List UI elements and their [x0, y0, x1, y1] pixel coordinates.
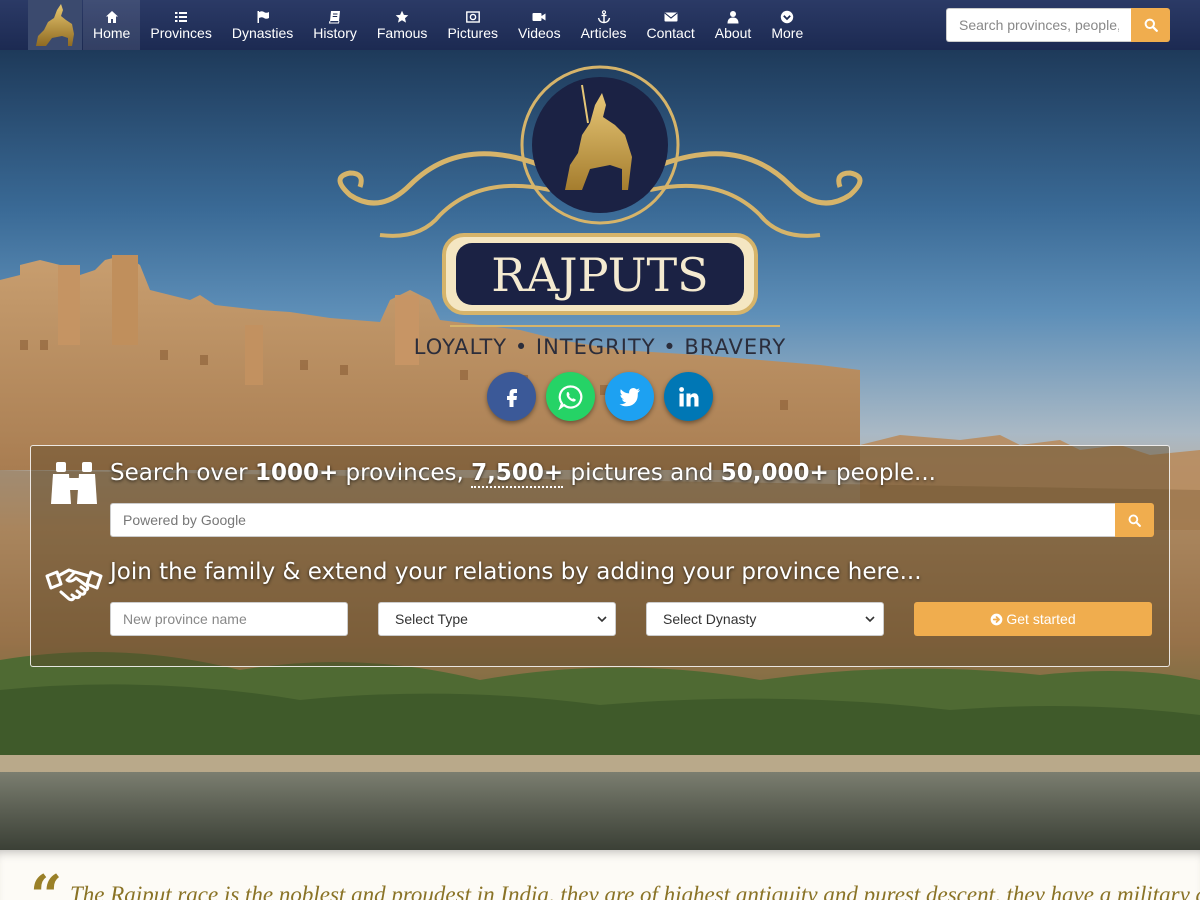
nav-about-label: About	[714, 24, 752, 41]
logo-text: RAJPUTS	[491, 248, 708, 302]
facebook-icon	[506, 388, 517, 407]
nav-pictures-label: Pictures	[447, 24, 499, 41]
add-province-form: Select Type Select Dynasty Get started	[110, 602, 1152, 636]
nav-contact[interactable]: Contact	[636, 0, 704, 50]
anchor-icon	[597, 9, 610, 23]
headline-pictures-text: pictures and	[563, 460, 721, 486]
nav-search-input[interactable]	[946, 8, 1131, 42]
nav-pictures[interactable]: Pictures	[437, 0, 508, 50]
hero-banner: RAJPUTS LOYALTY • INTEGRITY • BRAVERY Se…	[0, 50, 1200, 850]
headline-people-text: people...	[828, 460, 936, 486]
twitter-icon	[619, 387, 640, 406]
type-select[interactable]: Select Type	[378, 602, 616, 636]
join-headline: Join the family & extend your relations …	[110, 559, 922, 585]
province-name-input[interactable]	[110, 602, 348, 636]
headline-provinces-text: provinces,	[338, 460, 472, 486]
user-icon	[727, 10, 739, 23]
google-search-input[interactable]	[110, 503, 1115, 537]
facebook-button[interactable]	[487, 372, 536, 421]
chevron-circle-down-icon	[781, 10, 794, 23]
quote-text: The Rajput race is the noblest and proud…	[70, 882, 1200, 900]
star-icon	[395, 10, 409, 23]
provinces-count: 1000+	[254, 460, 339, 486]
chevron-down-icon	[865, 616, 875, 623]
get-started-label: Get started	[1006, 611, 1076, 627]
flag-icon	[257, 10, 269, 23]
nav-articles-label: Articles	[580, 24, 627, 41]
binoculars-icon	[51, 462, 97, 504]
nav-famous-label: Famous	[376, 24, 428, 41]
nav-provinces[interactable]: Provinces	[140, 0, 221, 50]
google-search	[110, 503, 1154, 537]
nav-videos[interactable]: Videos	[508, 0, 571, 50]
quote-mark-icon: “	[30, 863, 63, 900]
whatsapp-button[interactable]	[546, 372, 595, 421]
top-navbar: Home Provinces Dynasties History Famous …	[0, 0, 1200, 50]
video-camera-icon	[532, 12, 546, 21]
type-select-value: Select Type	[395, 611, 468, 627]
quote-section: “ The Rajput race is the noblest and pro…	[0, 850, 1200, 900]
nav-famous[interactable]: Famous	[367, 0, 438, 50]
nav-history-label: History	[313, 24, 357, 41]
linkedin-icon	[678, 386, 698, 406]
envelope-icon	[664, 12, 678, 21]
whatsapp-icon	[557, 384, 582, 410]
dynasty-select[interactable]: Select Dynasty	[646, 602, 884, 636]
list-icon	[175, 11, 188, 22]
main-nav: Home Provinces Dynasties History Famous …	[83, 0, 813, 50]
home-icon	[105, 10, 118, 23]
google-search-button[interactable]	[1115, 503, 1154, 537]
people-count: 50,000+	[720, 460, 829, 486]
nav-home-label: Home	[93, 24, 131, 41]
search-headline: Search over 1000+ provinces, 7,500+ pict…	[110, 460, 936, 488]
nav-dynasties[interactable]: Dynasties	[222, 0, 303, 50]
get-started-button[interactable]: Get started	[914, 602, 1152, 636]
rajputs-emblem-logo: RAJPUTS LOYALTY • INTEGRITY • BRAVERY	[337, 65, 863, 359]
twitter-button[interactable]	[605, 372, 654, 421]
nav-home[interactable]: Home	[83, 0, 141, 50]
arrow-circle-right-icon	[991, 613, 1003, 625]
nav-contact-label: Contact	[646, 24, 695, 41]
nav-videos-label: Videos	[518, 24, 561, 41]
headline-prefix: Search over	[110, 460, 255, 486]
dynasty-select-value: Select Dynasty	[663, 611, 757, 627]
nav-search	[946, 8, 1170, 42]
handshake-icon	[45, 568, 103, 602]
nav-search-button[interactable]	[1131, 8, 1170, 42]
nav-dynasties-label: Dynasties	[231, 24, 294, 41]
pictures-count: 7,500+	[471, 460, 564, 488]
picture-icon	[465, 10, 480, 23]
chevron-down-icon	[597, 616, 607, 623]
search-icon	[1128, 514, 1141, 527]
nav-provinces-label: Provinces	[150, 24, 212, 41]
book-icon	[328, 10, 341, 23]
linkedin-button[interactable]	[664, 372, 713, 421]
nav-articles[interactable]: Articles	[571, 0, 637, 50]
search-panel: Search over 1000+ provinces, 7,500+ pict…	[30, 445, 1170, 667]
search-icon	[1144, 18, 1158, 32]
nav-more-label: More	[771, 24, 804, 41]
brand-logo[interactable]	[28, 0, 82, 50]
logo-tagline: LOYALTY • INTEGRITY • BRAVERY	[414, 335, 786, 359]
social-links	[487, 372, 713, 421]
nav-about[interactable]: About	[705, 0, 762, 50]
nav-history[interactable]: History	[303, 0, 367, 50]
nav-more[interactable]: More	[761, 0, 813, 50]
